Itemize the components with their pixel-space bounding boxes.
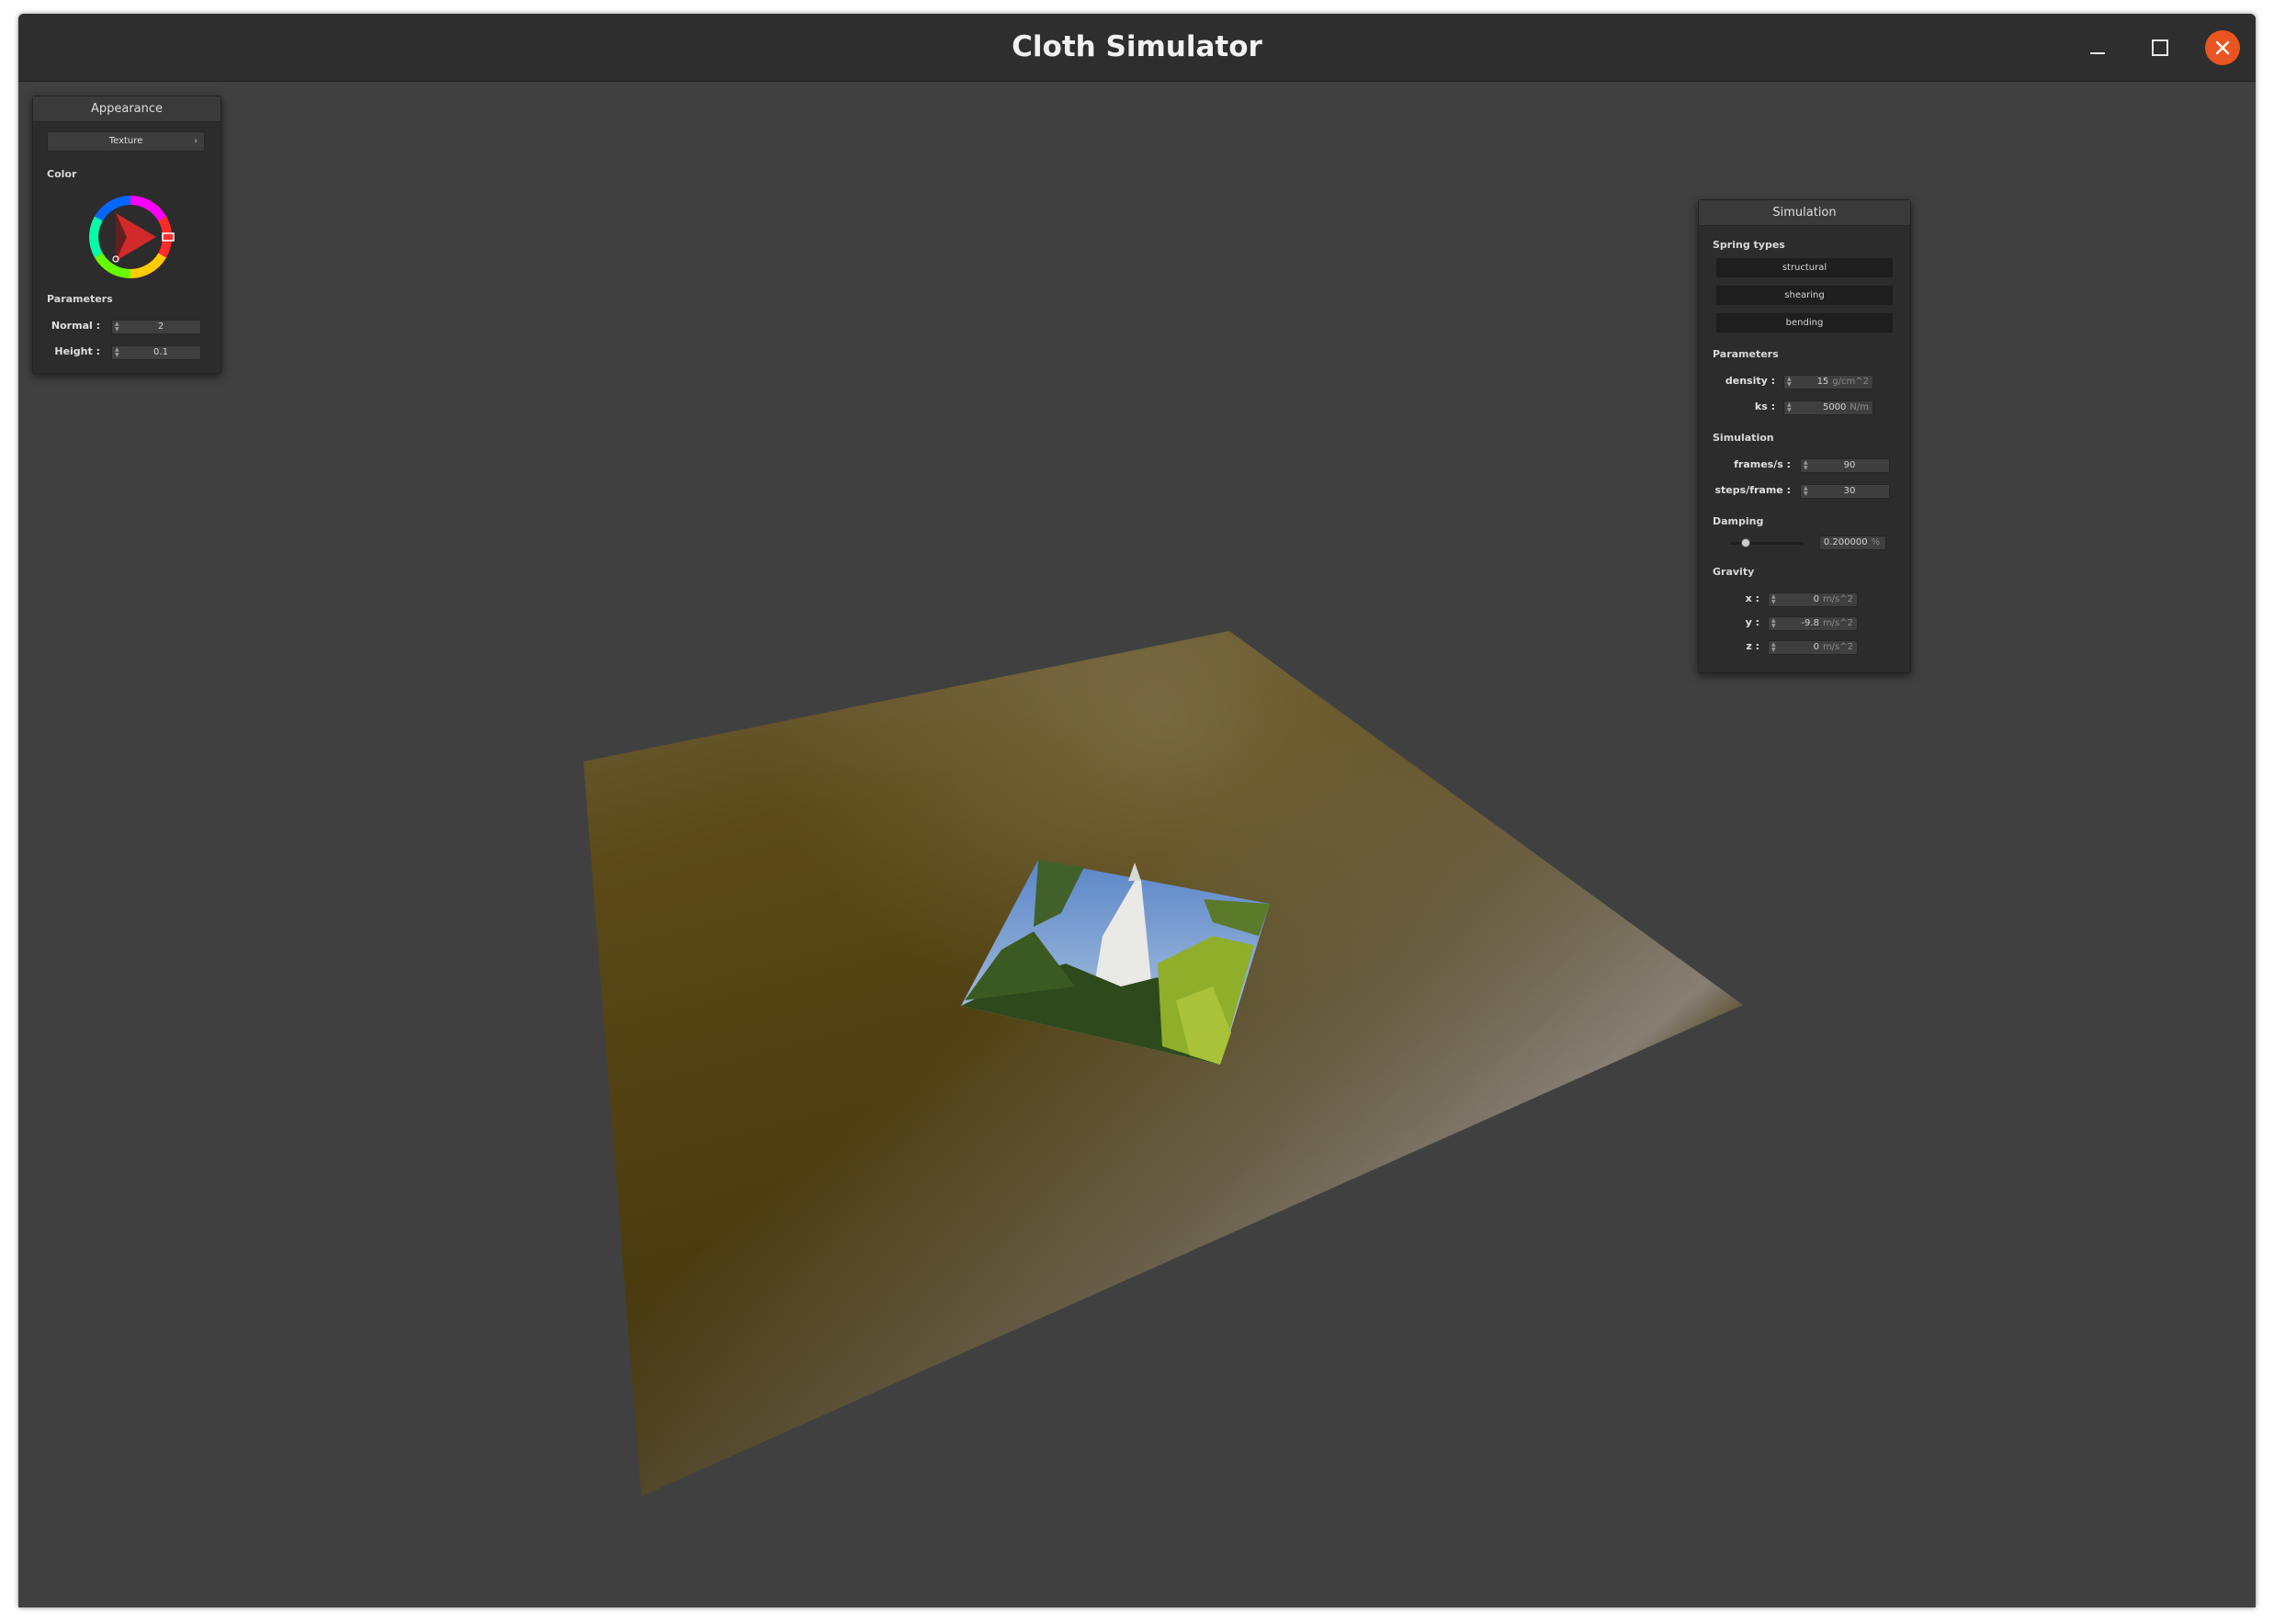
gravity-x-value: 0 — [1813, 594, 1819, 604]
spin-arrows-icon: ▲ ▼ — [1804, 459, 1808, 471]
chevron-right-icon: › — [194, 137, 198, 146]
normal-value: 2 — [157, 321, 164, 332]
steps-label: steps/frame : — [1714, 484, 1792, 496]
gravity-x-label: x : — [1745, 592, 1759, 604]
density-value: 15 — [1816, 377, 1829, 387]
maximize-icon — [2152, 39, 2168, 56]
density-field[interactable]: ▲ ▼ 15 g/cm^2 — [1783, 375, 1873, 389]
ks-unit: N/m — [1850, 402, 1869, 412]
gravity-y-unit: m/s^2 — [1822, 618, 1853, 628]
close-icon — [2215, 40, 2230, 55]
appearance-panel-title[interactable]: Appearance — [33, 96, 221, 122]
ks-label: ks : — [1754, 400, 1775, 412]
damping-value: 0.200000 — [1823, 537, 1868, 547]
spin-arrows-icon: ▲ ▼ — [1804, 485, 1808, 497]
spin-arrows-icon: ▲ ▼ — [1771, 641, 1776, 653]
steps-value: 30 — [1843, 486, 1856, 496]
height-value: 0.1 — [153, 347, 168, 357]
fps-field[interactable]: ▲ ▼ 90 — [1800, 458, 1890, 473]
fps-label: frames/s : — [1734, 458, 1791, 470]
gravity-x-field[interactable]: ▲ ▼ 0 m/s^2 — [1768, 592, 1858, 607]
height-field[interactable]: ▲ ▼ 0.1 — [111, 345, 201, 360]
gravity-y-label: y : — [1745, 616, 1759, 628]
structural-button[interactable]: structural — [1715, 257, 1894, 278]
spin-arrows-icon: ▲ ▼ — [115, 346, 119, 358]
minimize-icon — [2090, 52, 2105, 54]
damping-field[interactable]: 0.200000% — [1819, 536, 1886, 550]
gravity-label: Gravity — [1713, 566, 1755, 578]
color-wheel[interactable] — [86, 193, 175, 281]
gravity-z-value: 0 — [1813, 642, 1819, 652]
close-button[interactable] — [2205, 30, 2240, 65]
ks-field[interactable]: ▲ ▼ 5000 N/m — [1783, 400, 1873, 415]
spin-arrows-icon: ▲ ▼ — [115, 321, 119, 333]
shader-dropdown[interactable]: Texture › — [47, 131, 205, 152]
bending-button[interactable]: bending — [1715, 312, 1894, 333]
gravity-z-unit: m/s^2 — [1822, 642, 1853, 652]
shader-dropdown-value: Texture — [108, 136, 143, 146]
spin-arrows-icon: ▲ ▼ — [1771, 593, 1776, 605]
spin-arrows-icon: ▲ ▼ — [1787, 376, 1792, 388]
appearance-params-label: Parameters — [47, 293, 113, 305]
app-window: Cloth Simulator Appearance Texture › Col… — [18, 14, 2256, 1607]
steps-field[interactable]: ▲ ▼ 30 — [1800, 484, 1890, 499]
fps-value: 90 — [1843, 460, 1856, 470]
cloth-glow — [583, 631, 1743, 1496]
ks-value: 5000 — [1822, 402, 1847, 412]
window-title: Cloth Simulator — [1012, 30, 1262, 63]
normal-label: Normal : — [51, 320, 100, 332]
appearance-panel: Appearance Texture › Color Parameters No… — [32, 96, 221, 374]
simulation-panel: Simulation Spring types structural shear… — [1698, 199, 1911, 673]
title-bar[interactable]: Cloth Simulator — [18, 14, 2256, 82]
sim-params-label: Parameters — [1713, 348, 1779, 360]
gravity-z-label: z : — [1746, 640, 1759, 652]
density-label: density : — [1725, 375, 1775, 387]
shearing-button[interactable]: shearing — [1715, 285, 1894, 306]
minimize-button[interactable] — [2080, 30, 2115, 65]
damping-slider-handle[interactable] — [1741, 538, 1750, 547]
gravity-y-value: -9.8 — [1801, 618, 1819, 628]
gravity-x-unit: m/s^2 — [1822, 594, 1853, 604]
spin-arrows-icon: ▲ ▼ — [1787, 401, 1792, 413]
height-label: Height : — [54, 345, 100, 357]
spin-arrows-icon: ▲ ▼ — [1771, 617, 1776, 629]
cloth-scene — [583, 631, 1743, 1496]
color-label: Color — [47, 168, 77, 180]
maximize-button[interactable] — [2143, 30, 2178, 65]
gravity-y-field[interactable]: ▲ ▼ -9.8 m/s^2 — [1768, 616, 1858, 631]
simulation-panel-title[interactable]: Simulation — [1699, 200, 1910, 226]
density-unit: g/cm^2 — [1832, 377, 1869, 387]
damping-unit: % — [1871, 537, 1881, 547]
gravity-z-field[interactable]: ▲ ▼ 0 m/s^2 — [1768, 640, 1858, 655]
spring-types-label: Spring types — [1713, 239, 1785, 251]
simulation-section-label: Simulation — [1713, 432, 1774, 444]
normal-field[interactable]: ▲ ▼ 2 — [111, 320, 201, 334]
damping-label: Damping — [1713, 515, 1764, 527]
3d-viewport[interactable]: Appearance Texture › Color Parameters No… — [18, 82, 2256, 1607]
